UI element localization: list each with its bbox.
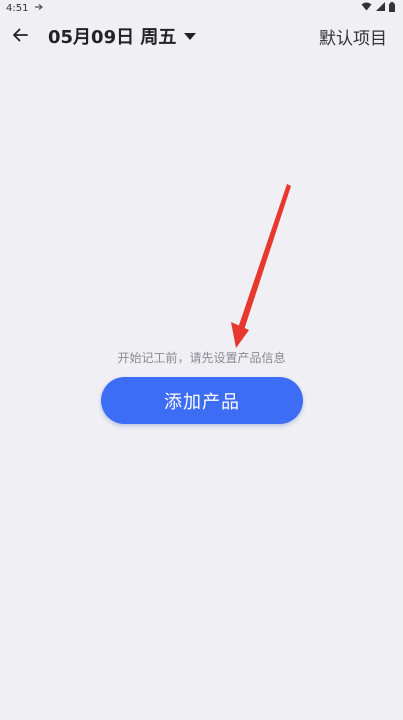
dnd-icon (34, 3, 44, 14)
add-product-button[interactable]: 添加产品 (101, 377, 303, 424)
caret-down-icon (184, 32, 197, 40)
status-left: 4:51 (6, 3, 44, 14)
back-button[interactable] (8, 22, 32, 50)
status-right (361, 1, 395, 15)
status-bar: 4:51 (0, 0, 403, 16)
setup-hint-text: 开始记工前，请先设置产品信息 (117, 351, 286, 365)
arrow-left-icon (12, 27, 28, 46)
battery-icon (389, 1, 395, 15)
add-product-label: 添加产品 (164, 391, 240, 413)
date-selector[interactable]: 05月09日 周五 (48, 18, 197, 54)
date-label: 05月09日 周五 (48, 27, 177, 48)
signal-icon (376, 2, 385, 14)
wifi-icon (361, 2, 372, 14)
project-selector[interactable]: 默认项目 (319, 18, 387, 54)
status-time: 4:51 (6, 2, 29, 14)
top-app-bar: 05月09日 周五 默认项目 (0, 18, 403, 54)
project-label: 默认项目 (319, 28, 387, 49)
